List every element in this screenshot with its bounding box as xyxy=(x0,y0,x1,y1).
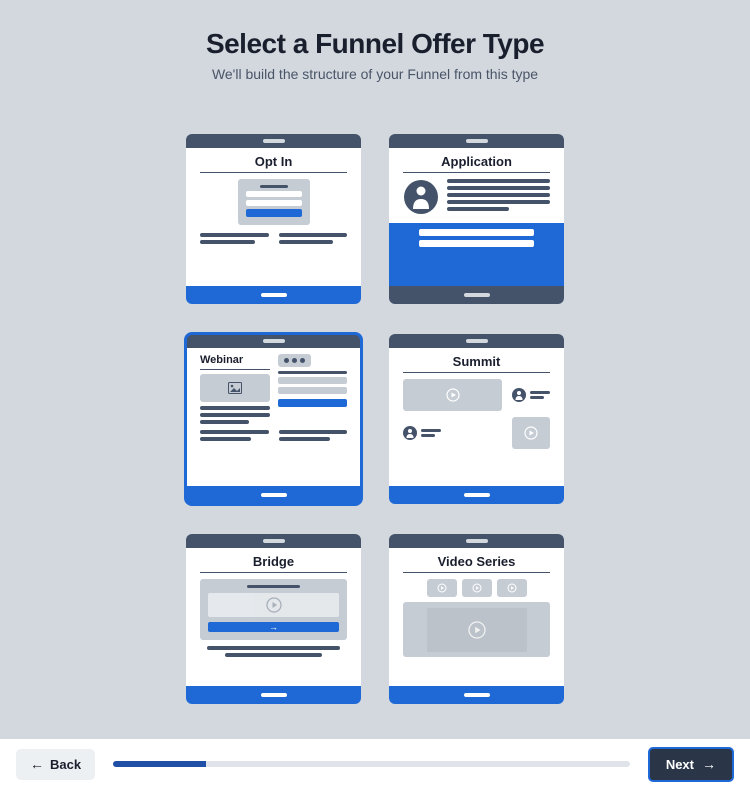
card-label: Application xyxy=(403,154,550,169)
video-thumb-icon xyxy=(403,379,502,411)
card-application[interactable]: Application xyxy=(389,134,564,304)
tablet-frame-bottom-icon xyxy=(186,486,361,504)
tablet-frame-top-icon xyxy=(186,534,361,548)
video-thumbs-row-icon xyxy=(403,579,550,597)
person-icon xyxy=(403,179,439,215)
page-subtitle: We'll build the structure of your Funnel… xyxy=(0,66,750,82)
tablet-frame-top-icon xyxy=(389,334,564,348)
arrow-left-icon: ← xyxy=(30,757,44,771)
speaker-item-icon xyxy=(512,379,550,411)
tablet-frame-top-icon xyxy=(389,134,564,148)
speaker-item-icon xyxy=(403,417,502,449)
video-main-icon xyxy=(403,602,550,657)
next-button-label: Next xyxy=(666,757,694,772)
card-webinar[interactable]: Webinar xyxy=(186,334,361,504)
card-label: Video Series xyxy=(403,554,550,569)
video-block-icon: → xyxy=(200,579,347,640)
tablet-frame-bottom-icon xyxy=(389,286,564,304)
tablet-frame-top-icon xyxy=(186,334,361,348)
next-button[interactable]: Next → xyxy=(648,747,734,782)
card-label: Summit xyxy=(403,354,550,369)
card-summit[interactable]: Summit xyxy=(389,334,564,504)
card-bridge[interactable]: Bridge → xyxy=(186,534,361,704)
card-opt-in[interactable]: Opt In xyxy=(186,134,361,304)
funnel-type-grid: Opt In Application xyxy=(0,134,750,704)
tablet-frame-top-icon xyxy=(186,134,361,148)
tablet-frame-bottom-icon xyxy=(186,686,361,704)
card-label: Bridge xyxy=(200,554,347,569)
tablet-frame-bottom-icon xyxy=(389,486,564,504)
page-header: Select a Funnel Offer Type We'll build t… xyxy=(0,0,750,82)
tablet-frame-top-icon xyxy=(389,534,564,548)
tablet-frame-bottom-icon xyxy=(186,286,361,304)
dots-icon xyxy=(278,354,311,367)
arrow-button-icon: → xyxy=(208,622,339,632)
page-title: Select a Funnel Offer Type xyxy=(0,28,750,60)
tablet-frame-bottom-icon xyxy=(389,686,564,704)
arrow-right-icon: → xyxy=(702,757,716,771)
form-footer-mock-icon xyxy=(389,223,564,286)
form-mock-icon xyxy=(238,179,310,225)
back-button-label: Back xyxy=(50,757,81,772)
image-placeholder-icon xyxy=(200,374,270,402)
card-video-series[interactable]: Video Series xyxy=(389,534,564,704)
progress-fill xyxy=(113,761,206,767)
wizard-footer: ← Back Next → xyxy=(0,739,750,789)
card-label: Webinar xyxy=(200,354,270,366)
back-button[interactable]: ← Back xyxy=(16,749,95,780)
progress-bar xyxy=(113,761,630,767)
card-label: Opt In xyxy=(200,154,347,169)
video-thumb-icon xyxy=(512,417,550,449)
